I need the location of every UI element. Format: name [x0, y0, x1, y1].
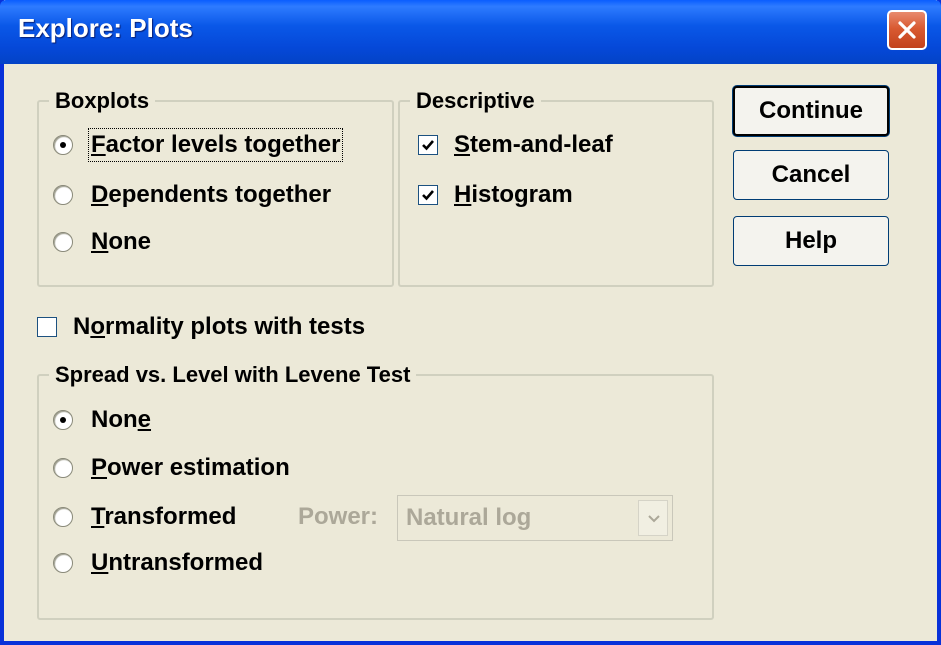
radio-factor-levels-together[interactable]: Factor levels together [53, 127, 344, 163]
checkbox-box[interactable] [418, 135, 438, 155]
close-icon [898, 21, 916, 39]
checkbox-label: Stem-and-leaf [454, 131, 613, 158]
power-select-value: Natural log [406, 504, 532, 531]
checkbox-box[interactable] [37, 317, 57, 337]
checkbox-stem-and-leaf[interactable]: Stem-and-leaf [418, 127, 613, 163]
radio-indicator[interactable] [53, 553, 73, 573]
checkbox-histogram[interactable]: Histogram [418, 177, 573, 213]
radio-untransformed[interactable]: Untransformed [53, 545, 263, 581]
radio-indicator[interactable] [53, 507, 73, 527]
radio-label: None [91, 228, 152, 255]
radio-indicator[interactable] [53, 458, 73, 478]
radio-label: Transformed [91, 503, 237, 530]
checkbox-box[interactable] [418, 185, 438, 205]
checkbox-label: Normality plots with tests [73, 313, 366, 340]
boxplots-legend: Boxplots [49, 88, 156, 114]
radio-transformed[interactable]: Transformed [53, 499, 236, 535]
close-button[interactable] [887, 10, 927, 50]
radio-indicator[interactable] [53, 232, 73, 252]
radio-label: None [91, 406, 152, 433]
checkbox-normality-plots[interactable]: Normality plots with tests [37, 309, 365, 345]
radio-spread-none[interactable]: None [53, 402, 151, 438]
checkmark-icon [422, 190, 434, 201]
radio-boxplots-none[interactable]: None [53, 224, 151, 260]
checkbox-label: Histogram [454, 181, 573, 208]
radio-indicator[interactable] [53, 410, 73, 430]
window-title: Explore: Plots [18, 13, 193, 43]
radio-indicator[interactable] [53, 185, 73, 205]
radio-label: Dependents together [91, 181, 332, 208]
descriptive-legend: Descriptive [410, 88, 541, 114]
cancel-button[interactable]: Cancel [733, 150, 889, 200]
title-bar[interactable]: Explore: Plots [0, 0, 941, 64]
power-dropdown-button[interactable] [638, 500, 668, 536]
spread-level-legend: Spread vs. Level with Levene Test [49, 362, 417, 388]
radio-label: Power estimation [91, 454, 290, 481]
checkmark-icon [422, 140, 434, 151]
continue-button[interactable]: Continue [733, 86, 889, 136]
radio-label: Factor levels together [87, 128, 344, 162]
chevron-down-icon [648, 515, 660, 523]
radio-dependents-together[interactable]: Dependents together [53, 177, 331, 213]
power-label: Power: [298, 503, 379, 530]
help-button[interactable]: Help [733, 216, 889, 266]
radio-label: Untransformed [91, 549, 264, 576]
radio-indicator[interactable] [53, 135, 73, 155]
power-select[interactable]: Natural log [397, 495, 673, 541]
radio-power-estimation[interactable]: Power estimation [53, 450, 290, 486]
